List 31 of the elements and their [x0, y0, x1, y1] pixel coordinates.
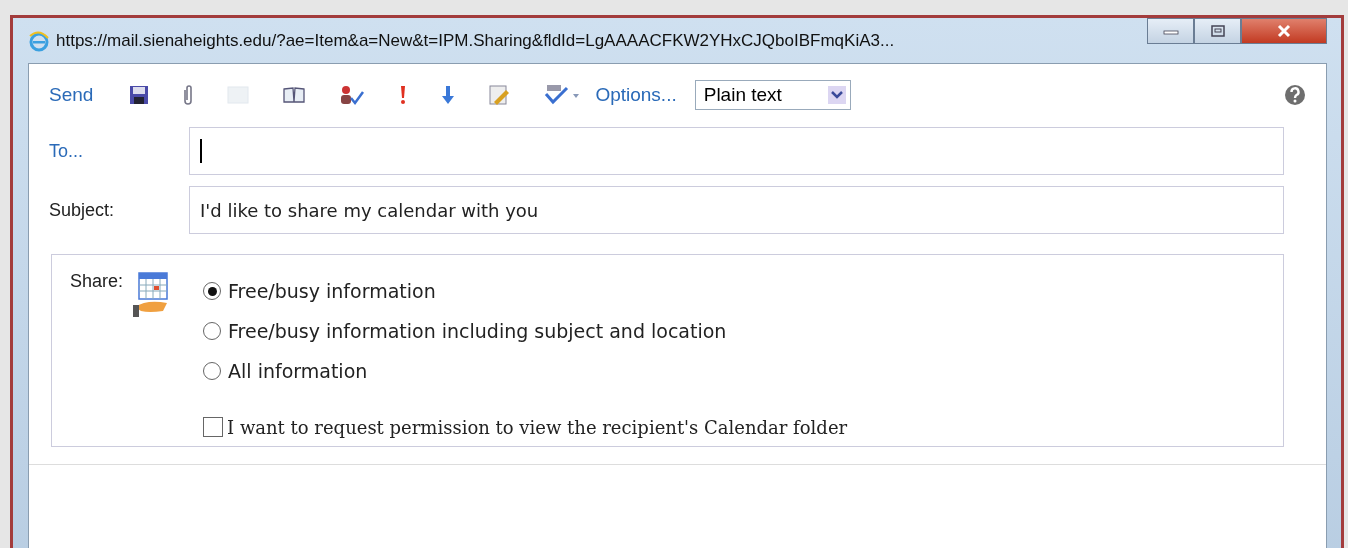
paperclip-icon[interactable] [182, 84, 195, 106]
person-check-icon[interactable] [339, 84, 366, 106]
down-arrow-icon[interactable] [441, 84, 456, 106]
close-icon [1275, 24, 1293, 38]
subject-text: I'd like to share my calendar with you [200, 199, 539, 221]
caret-icon [827, 86, 846, 104]
subject-field[interactable]: I'd like to share my calendar with you [189, 186, 1284, 234]
window-title: https://mail.sienaheights.edu/?ae=Item&a=New&t=IPM.Sharing&fldId=LgAAAACFKW2YHxCJQboIBFmqKiA3... [56, 30, 896, 51]
help-icon[interactable] [1284, 84, 1306, 106]
calendar-hand-icon [133, 271, 170, 319]
checkbox[interactable] [203, 417, 224, 437]
browser-icon [28, 29, 50, 52]
save-icon[interactable] [129, 85, 150, 105]
options-link[interactable]: Options... [595, 84, 677, 106]
maximize-icon [1208, 24, 1227, 38]
image-icon [227, 85, 250, 105]
spell-check-icon[interactable] [543, 84, 582, 106]
subject-label: Subject: [49, 199, 116, 221]
send-link[interactable]: Send [49, 84, 94, 106]
book-icon[interactable] [282, 86, 307, 104]
minimize-button[interactable] [1147, 18, 1194, 44]
format-dropdown[interactable]: Plain text [694, 80, 851, 110]
close-button[interactable] [1241, 18, 1327, 44]
text-cursor [200, 139, 202, 163]
radio-option[interactable]: All information [203, 351, 848, 391]
checkbox-option[interactable]: I want to request permission to view the recipient's Calendar folder [203, 407, 848, 447]
share-label: Share: [70, 271, 124, 292]
maximize-button[interactable] [1194, 18, 1241, 44]
to-link[interactable]: To... [49, 140, 189, 162]
radio-option[interactable]: Free/busy information [203, 271, 848, 311]
radio-option[interactable]: Free/busy information including subject and location [203, 311, 848, 351]
